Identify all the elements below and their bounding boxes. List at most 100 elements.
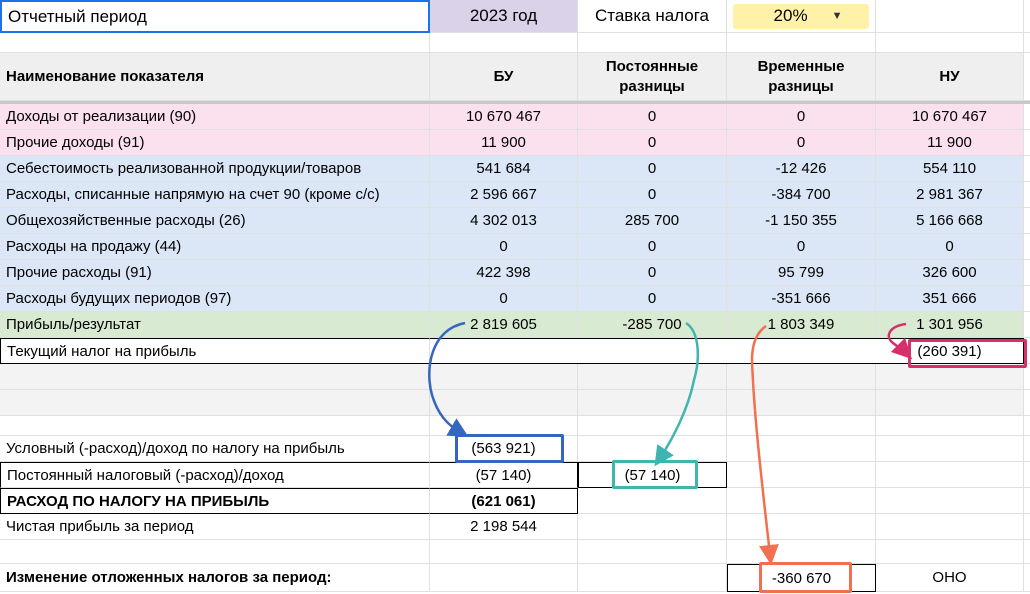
empty-cell[interactable] xyxy=(876,514,1024,540)
row-temporary[interactable]: -12 426 xyxy=(727,156,876,182)
row-bu[interactable]: 4 302 013 xyxy=(430,208,578,234)
deferred-tax-label[interactable]: Изменение отложенных налогов за период: xyxy=(0,564,430,592)
empty-cell[interactable] xyxy=(876,436,1024,462)
row-name[interactable]: Доходы от реализации (90) xyxy=(0,104,430,130)
row-temporary[interactable]: 0 xyxy=(727,130,876,156)
row-nu[interactable]: 1 301 956 xyxy=(876,312,1024,338)
row-permanent[interactable]: 0 xyxy=(578,286,727,312)
row-temporary[interactable]: 95 799 xyxy=(727,260,876,286)
empty-cell[interactable] xyxy=(578,338,727,364)
row-nu[interactable]: 2 981 367 xyxy=(876,182,1024,208)
empty-cell[interactable] xyxy=(727,364,876,390)
tax-rate-dropdown[interactable]: 20% ▼ xyxy=(733,3,869,29)
empty-cell[interactable] xyxy=(578,540,727,564)
empty-cell[interactable] xyxy=(430,33,578,53)
empty-cell[interactable] xyxy=(0,33,430,53)
row-name[interactable]: Прочие расходы (91) xyxy=(0,260,430,286)
row-permanent[interactable]: -285 700 xyxy=(578,312,727,338)
empty-cell[interactable] xyxy=(876,390,1024,416)
empty-cell[interactable] xyxy=(727,33,876,53)
row-permanent[interactable]: 285 700 xyxy=(578,208,727,234)
row-permanent[interactable]: 0 xyxy=(578,130,727,156)
net-profit-label[interactable]: Чистая прибыль за период xyxy=(0,514,430,540)
row-name[interactable]: Прочие доходы (91) xyxy=(0,130,430,156)
empty-cell[interactable] xyxy=(876,33,1024,53)
empty-cell[interactable] xyxy=(578,390,727,416)
row-nu[interactable]: 554 110 xyxy=(876,156,1024,182)
row-bu[interactable]: 541 684 xyxy=(430,156,578,182)
row-name[interactable]: Себестоимость реализованной продукции/то… xyxy=(0,156,430,182)
empty-cell[interactable] xyxy=(876,540,1024,564)
empty-cell[interactable] xyxy=(578,33,727,53)
row-permanent[interactable]: 0 xyxy=(578,182,727,208)
row-nu[interactable]: 10 670 467 xyxy=(876,104,1024,130)
row-bu[interactable]: 2 819 605 xyxy=(430,312,578,338)
empty-cell[interactable] xyxy=(876,0,1024,33)
period-value-cell[interactable]: 2023 год xyxy=(430,0,578,33)
row-permanent[interactable]: 0 xyxy=(578,234,727,260)
deferred-tax-nu[interactable]: ОНО xyxy=(876,564,1024,592)
row-temporary[interactable]: -351 666 xyxy=(727,286,876,312)
empty-cell[interactable] xyxy=(578,364,727,390)
header-name[interactable]: Наименование показателя xyxy=(0,53,430,101)
permanent-tax-bu[interactable]: (57 140) xyxy=(430,462,578,488)
empty-cell[interactable] xyxy=(727,436,876,462)
empty-cell[interactable] xyxy=(578,488,727,514)
row-bu[interactable]: 10 670 467 xyxy=(430,104,578,130)
row-bu[interactable]: 11 900 xyxy=(430,130,578,156)
row-name[interactable]: Расходы будущих периодов (97) xyxy=(0,286,430,312)
row-temporary[interactable]: -1 150 355 xyxy=(727,208,876,234)
empty-cell[interactable] xyxy=(578,514,727,540)
row-bu[interactable]: 0 xyxy=(430,286,578,312)
empty-cell[interactable] xyxy=(727,540,876,564)
tax-rate-cell[interactable]: 20% ▼ xyxy=(727,0,876,33)
row-temporary[interactable]: 0 xyxy=(727,104,876,130)
empty-cell[interactable] xyxy=(430,364,578,390)
empty-cell[interactable] xyxy=(727,416,876,436)
row-permanent[interactable]: 0 xyxy=(578,104,727,130)
empty-cell[interactable] xyxy=(727,488,876,514)
row-nu[interactable]: 351 666 xyxy=(876,286,1024,312)
row-bu[interactable]: 2 596 667 xyxy=(430,182,578,208)
row-name[interactable]: Общехозяйственные расходы (26) xyxy=(0,208,430,234)
empty-cell[interactable] xyxy=(578,564,727,592)
empty-cell[interactable] xyxy=(430,540,578,564)
empty-cell[interactable] xyxy=(430,416,578,436)
permanent-tax-label[interactable]: Постоянный налоговый (-расход)/доход xyxy=(0,462,430,488)
net-profit-bu[interactable]: 2 198 544 xyxy=(430,514,578,540)
empty-cell[interactable] xyxy=(727,514,876,540)
header-temporary[interactable]: Временные разницы xyxy=(727,53,876,101)
empty-cell[interactable] xyxy=(727,462,876,488)
row-name[interactable]: Расходы на продажу (44) xyxy=(0,234,430,260)
chevron-down-icon[interactable]: ▼ xyxy=(832,10,843,22)
row-nu[interactable]: 0 xyxy=(876,234,1024,260)
empty-cell[interactable] xyxy=(876,416,1024,436)
row-name[interactable]: Прибыль/результат xyxy=(0,312,430,338)
tax-expense-bu[interactable]: (621 061) xyxy=(430,488,578,514)
header-nu[interactable]: НУ xyxy=(876,53,1024,101)
row-nu[interactable]: 11 900 xyxy=(876,130,1024,156)
tax-expense-label[interactable]: РАСХОД ПО НАЛОГУ НА ПРИБЫЛЬ xyxy=(0,488,430,514)
empty-cell[interactable] xyxy=(727,390,876,416)
empty-cell[interactable] xyxy=(430,564,578,592)
empty-cell[interactable] xyxy=(0,540,430,564)
empty-cell[interactable] xyxy=(0,390,430,416)
row-bu[interactable]: 422 398 xyxy=(430,260,578,286)
row-nu[interactable]: 5 166 668 xyxy=(876,208,1024,234)
empty-cell[interactable] xyxy=(0,416,430,436)
period-label-cell[interactable]: Отчетный период xyxy=(0,0,430,33)
row-temporary[interactable]: 1 803 349 xyxy=(727,312,876,338)
row-nu[interactable]: 326 600 xyxy=(876,260,1024,286)
row-name[interactable]: Расходы, списанные напрямую на счет 90 (… xyxy=(0,182,430,208)
conditional-tax-label[interactable]: Условный (-расход)/доход по налогу на пр… xyxy=(0,436,430,462)
header-bu[interactable]: БУ xyxy=(430,53,578,101)
tax-rate-label-cell[interactable]: Ставка налога xyxy=(578,0,727,33)
row-bu[interactable]: 0 xyxy=(430,234,578,260)
row-permanent[interactable]: 0 xyxy=(578,260,727,286)
row-temporary[interactable]: -384 700 xyxy=(727,182,876,208)
empty-cell[interactable] xyxy=(876,488,1024,514)
empty-cell[interactable] xyxy=(0,364,430,390)
row-permanent[interactable]: 0 xyxy=(578,156,727,182)
empty-cell[interactable] xyxy=(578,436,727,462)
current-tax-label[interactable]: Текущий налог на прибыль xyxy=(0,338,430,364)
